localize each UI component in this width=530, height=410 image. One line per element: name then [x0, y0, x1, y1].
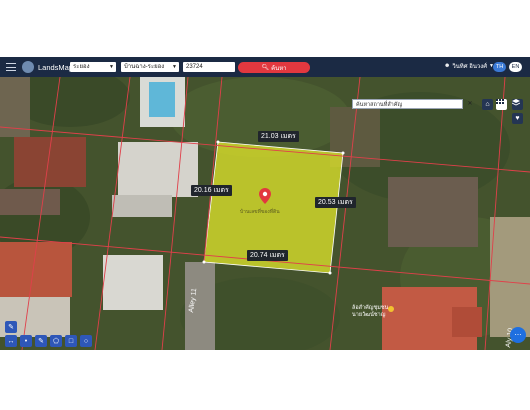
- place-search-input[interactable]: ค้นหาสถานที่สำคัญ: [352, 99, 463, 109]
- dimension-bottom-label: 20.74 เมตร: [247, 250, 288, 261]
- poi-label: ล้อสำคัญชุมชน นายวัฒน์ชาญ: [352, 305, 389, 318]
- chevron-down-icon: ▼: [172, 64, 177, 70]
- lang-en-button[interactable]: EN: [509, 62, 522, 72]
- pencil-icon[interactable]: ✎: [35, 335, 47, 347]
- district-value: บ้านฉาง-ระยอง: [124, 64, 165, 70]
- province-select[interactable]: ระยอง ▼: [70, 62, 116, 72]
- province-value: ระยอง: [73, 64, 90, 70]
- district-select[interactable]: บ้านฉาง-ระยอง ▼: [121, 62, 179, 72]
- layers-icon[interactable]: [512, 99, 523, 110]
- more-icon[interactable]: ⋯: [510, 327, 526, 343]
- search-button[interactable]: 🔍︎ ค้นหา: [238, 62, 310, 73]
- parcel-number-value: 23724: [186, 64, 203, 70]
- parcel-number-input[interactable]: 23724: [183, 62, 235, 72]
- search-button-label: ค้นหา: [271, 65, 287, 72]
- grid-icon[interactable]: [496, 99, 507, 110]
- pin-icon[interactable]: •: [20, 335, 32, 347]
- ruler-icon[interactable]: ↔: [5, 335, 17, 347]
- edit-icon[interactable]: ✎: [5, 321, 17, 333]
- top-bar: LandsMaps ระยอง ▼ บ้านฉาง-ระยอง ▼ 23724 …: [0, 57, 530, 77]
- menu-icon[interactable]: [6, 63, 16, 71]
- poi-icon[interactable]: [388, 306, 394, 312]
- user-icon: ☻: [444, 63, 451, 69]
- lang-th-button[interactable]: TH: [493, 62, 506, 72]
- search-icon: 🔍︎: [261, 65, 270, 71]
- chevron-down-icon: ▼: [109, 64, 114, 70]
- dimension-top-label: 21.03 เมตร: [258, 131, 299, 142]
- close-icon[interactable]: ✕: [466, 98, 474, 109]
- user-name: วินทิศ อินวงศ์: [452, 64, 488, 70]
- polygon-icon[interactable]: ⬠: [50, 335, 62, 347]
- square-icon[interactable]: □: [65, 335, 77, 347]
- circle-icon[interactable]: ○: [80, 335, 92, 347]
- logo-icon: [22, 61, 34, 73]
- dimension-left-label: 20.16 เมตร: [191, 185, 232, 196]
- home-icon[interactable]: ⌂: [482, 99, 493, 110]
- heart-icon[interactable]: ♥: [512, 113, 523, 124]
- user-menu[interactable]: ☻ วินทิศ อินวงศ์ ▼: [444, 61, 494, 71]
- map-view[interactable]: 21.03 เมตร 20.16 เมตร 20.53 เมตร 20.74 เ…: [0, 77, 530, 350]
- app-window: LandsMaps ระยอง ▼ บ้านฉาง-ระยอง ▼ 23724 …: [0, 57, 530, 350]
- dimension-right-label: 20.53 เมตร: [315, 197, 356, 208]
- pin-label: บ้านเลขที่ของที่ดิน: [240, 209, 280, 215]
- parcel-pin-icon[interactable]: [259, 188, 271, 204]
